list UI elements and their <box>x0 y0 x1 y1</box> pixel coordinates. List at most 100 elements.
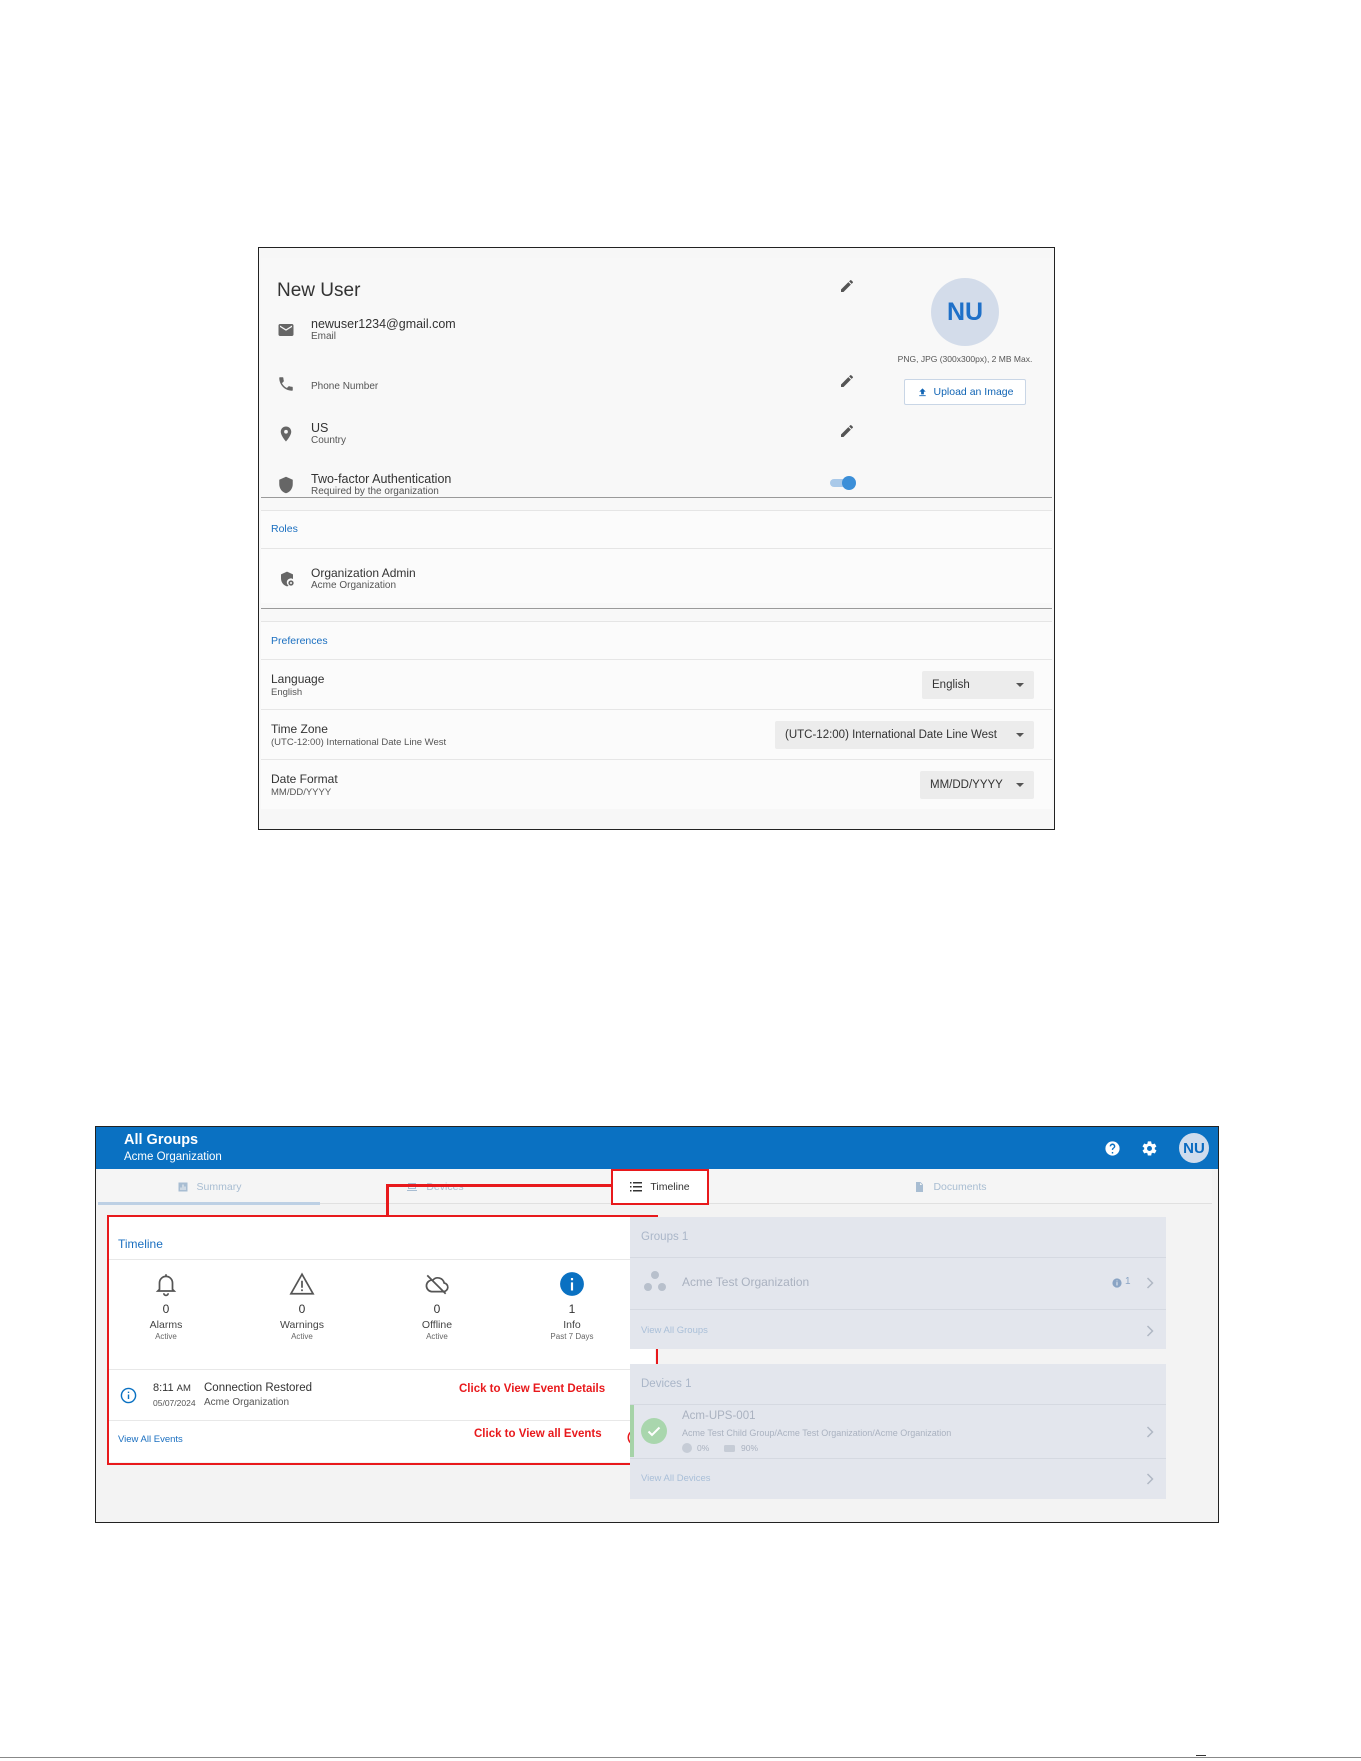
divider <box>261 608 1052 609</box>
chevron-down-icon <box>1016 783 1024 787</box>
group-name[interactable]: Acme Test Organization <box>682 1275 809 1289</box>
divider <box>261 497 1052 498</box>
divider <box>630 1458 1166 1459</box>
stat-offline[interactable]: 0 Offline Active <box>387 1271 487 1341</box>
bar-chart-icon <box>178 1182 188 1191</box>
view-all-groups-link[interactable]: View All Groups <box>641 1325 708 1336</box>
role-title: Organization Admin <box>311 566 416 580</box>
avatar[interactable]: NU <box>931 278 999 346</box>
language-row: Language English English <box>261 659 1052 709</box>
edit-name-icon[interactable] <box>839 278 855 294</box>
location-pin-icon <box>280 426 292 442</box>
image-hint: PNG, JPG (300x300px), 2 MB Max. <box>897 354 1033 364</box>
edit-phone-icon[interactable] <box>839 373 855 389</box>
info-sub: Past 7 Days <box>550 1332 594 1341</box>
date-format-select[interactable]: MM/DD/YYYY <box>920 771 1034 799</box>
user-name: New User <box>277 280 361 301</box>
status-bar <box>630 1405 634 1457</box>
device-name[interactable]: Acm-UPS-001 <box>682 1410 756 1422</box>
chevron-down-icon <box>1016 683 1024 687</box>
devices-icon <box>407 1182 418 1191</box>
upload-label: Upload an Image <box>933 386 1014 398</box>
preferences-header: Preferences <box>261 621 1052 659</box>
group-badge-count: 1 <box>1125 1276 1131 1287</box>
callout-all-events: Click to View all Events <box>474 1428 602 1440</box>
country-value: US <box>311 421 329 435</box>
language-label: Language <box>271 672 325 686</box>
page-footer-rule <box>0 1757 1361 1758</box>
chevron-right-icon[interactable] <box>1146 1325 1154 1337</box>
timeline-card: Timeline 0 Alarms Active 0 Warnings Acti… <box>108 1217 655 1462</box>
groups-heading: Groups 1 <box>641 1231 689 1243</box>
divider <box>108 1420 655 1421</box>
warnings-count: 0 <box>298 1302 306 1316</box>
tab-summary[interactable]: Summary <box>98 1169 320 1205</box>
bell-icon <box>155 1274 177 1297</box>
app-bar: All Groups Acme Organization NU <box>96 1127 1218 1169</box>
warnings-sub: Active <box>291 1332 313 1341</box>
user-profile-panel: New User newuser1234@gmail.com Email Pho… <box>258 247 1055 830</box>
date-format-row: Date Format MM/DD/YYYY MM/DD/YYYY <box>261 759 1052 809</box>
chevron-right-icon[interactable] <box>1146 1277 1154 1289</box>
upload-image-button[interactable]: Upload an Image <box>904 379 1026 405</box>
stat-warnings[interactable]: 0 Warnings Active <box>252 1271 352 1341</box>
date-format-label: Date Format <box>271 772 338 786</box>
info-count: 1 <box>568 1302 576 1316</box>
groups-icon <box>644 1271 666 1291</box>
view-all-events-link[interactable]: View All Events <box>118 1434 183 1445</box>
alarms-sub: Active <box>155 1332 177 1341</box>
email-label: Email <box>311 331 337 342</box>
callout-connector <box>386 1184 389 1217</box>
divider <box>108 1259 655 1260</box>
mail-icon <box>278 324 294 336</box>
tab-documents[interactable]: Documents <box>835 1169 1065 1204</box>
event-date: 05/07/2024 <box>153 1398 196 1408</box>
document-icon <box>916 1181 924 1192</box>
page-subtitle: Acme Organization <box>124 1151 222 1163</box>
role-row: Organization Admin Acme Organization <box>261 548 1052 603</box>
tab-timeline[interactable]: Timeline <box>611 1169 709 1205</box>
warning-icon <box>289 1272 315 1295</box>
timezone-value: (UTC-12:00) International Date Line West <box>271 737 447 748</box>
timeline-heading: Timeline <box>118 1237 163 1251</box>
language-value: English <box>271 687 303 698</box>
language-select[interactable]: English <box>922 671 1034 699</box>
event-org: Acme Organization <box>204 1397 290 1408</box>
chevron-right-icon[interactable] <box>1146 1473 1154 1485</box>
device-battery: 90% <box>741 1443 759 1453</box>
admin-shield-icon <box>281 571 294 587</box>
date-format-value: MM/DD/YYYY <box>271 787 332 798</box>
cloud-off-icon <box>425 1274 449 1295</box>
device-load: 0% <box>697 1443 710 1453</box>
user-avatar[interactable]: NU <box>1179 1133 1209 1163</box>
event-time: 8:11 AM <box>153 1382 191 1394</box>
info-icon <box>120 1387 137 1404</box>
stat-alarms[interactable]: 0 Alarms Active <box>116 1271 216 1341</box>
preferences-heading: Preferences <box>271 635 328 647</box>
roles-heading: Roles <box>271 523 298 535</box>
phone-label: Phone Number <box>311 381 379 392</box>
chevron-right-icon[interactable] <box>1146 1426 1154 1438</box>
info-label: Info <box>563 1319 581 1331</box>
twofa-toggle[interactable] <box>828 476 856 490</box>
role-org: Acme Organization <box>311 580 397 591</box>
edit-country-icon[interactable] <box>839 423 855 439</box>
roles-header: Roles <box>261 510 1052 548</box>
help-icon[interactable] <box>1104 1140 1121 1157</box>
gear-icon[interactable] <box>1141 1140 1158 1157</box>
status-ok-icon <box>641 1418 667 1444</box>
list-icon <box>630 1182 643 1192</box>
info-badge-icon <box>1112 1278 1122 1288</box>
view-all-devices-link[interactable]: View All Devices <box>641 1473 711 1484</box>
timezone-label: Time Zone <box>271 722 328 736</box>
event-time-value: 8:11 <box>153 1382 174 1394</box>
timezone-select[interactable]: (UTC-12:00) International Date Line West <box>775 721 1034 749</box>
event-row[interactable]: 8:11 AM 05/07/2024 Connection Restored A… <box>108 1370 655 1420</box>
page-footer-mark <box>1196 1755 1206 1756</box>
shield-icon <box>279 476 293 494</box>
date-format-selected: MM/DD/YYYY <box>930 779 1003 791</box>
country-label: Country <box>311 435 347 446</box>
twofa-title: Two-factor Authentication <box>311 472 452 486</box>
stat-info[interactable]: 1 Info Past 7 Days <box>522 1271 622 1341</box>
tab-devices[interactable]: Devices <box>320 1169 550 1204</box>
